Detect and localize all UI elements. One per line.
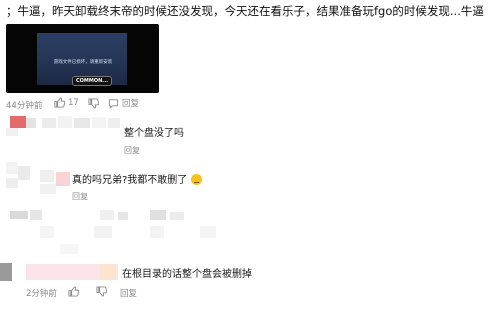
sweat-smile-emoji-icon	[190, 174, 202, 185]
mosaic-block	[40, 226, 54, 238]
comment-text: 整个盘没了吗	[124, 128, 184, 139]
mosaic-block	[100, 264, 116, 280]
mosaic-block	[108, 118, 120, 128]
post-text: ；牛逼，昨天卸载终末帝的时候还没发现，今天还在看乐子，结果准备玩fgo的时候发现…	[6, 4, 484, 18]
reply-button[interactable]: 回复	[120, 287, 137, 299]
mosaic-block	[40, 184, 56, 194]
mosaic-block	[100, 210, 114, 220]
mosaic-block	[60, 244, 78, 254]
thumb-down-icon[interactable]	[96, 286, 107, 297]
comment-icon	[108, 98, 119, 109]
like-count: 17	[68, 97, 79, 108]
avatar-block	[0, 263, 12, 281]
reply-button[interactable]: 回复	[72, 191, 88, 202]
mosaic-block	[42, 118, 56, 128]
mosaic-block	[150, 210, 166, 220]
thumb-up-icon	[54, 97, 65, 108]
mosaic-block	[150, 226, 164, 238]
post-time: 44分钟前	[6, 101, 43, 111]
mosaic-block	[58, 116, 72, 128]
video-dialog-text: 游戏文件已损坏，请重新安装	[53, 60, 113, 65]
comment-text-content: 真的吗兄弟?我都不敢删了	[72, 175, 188, 186]
mosaic-block	[92, 117, 106, 128]
video-logo-text: COMMON...	[72, 76, 113, 86]
comment-text: 真的吗兄弟?我都不敢删了	[72, 171, 202, 186]
mosaic-block	[74, 118, 90, 128]
mosaic-block	[56, 172, 70, 186]
mosaic-block	[200, 226, 216, 238]
avatar-block	[6, 162, 18, 174]
thumb-up-icon[interactable]	[68, 286, 79, 297]
comment-time: 2分钟前	[26, 289, 57, 299]
thumb-down-icon[interactable]	[88, 98, 99, 109]
avatar-block	[26, 118, 36, 128]
reply-label: 回复	[122, 99, 140, 109]
mosaic-block	[170, 212, 184, 220]
video-thumbnail[interactable]: 游戏文件已损坏，请重新安装 COMMON...	[6, 24, 159, 93]
avatar-block	[6, 128, 18, 136]
like-button[interactable]: 17	[54, 97, 79, 108]
mosaic-block	[118, 212, 128, 220]
avatar-block	[6, 178, 18, 188]
comment-text: 在根目录的话整个盘会被删掉	[122, 269, 252, 280]
mosaic-block	[94, 226, 112, 238]
mosaic-block	[10, 211, 28, 219]
mosaic-block	[40, 170, 54, 182]
avatar-block	[10, 116, 26, 128]
mosaic-block	[30, 210, 42, 220]
avatar-block	[18, 166, 30, 180]
reply-button[interactable]: 回复	[108, 97, 139, 109]
reply-button[interactable]: 回复	[124, 145, 140, 156]
